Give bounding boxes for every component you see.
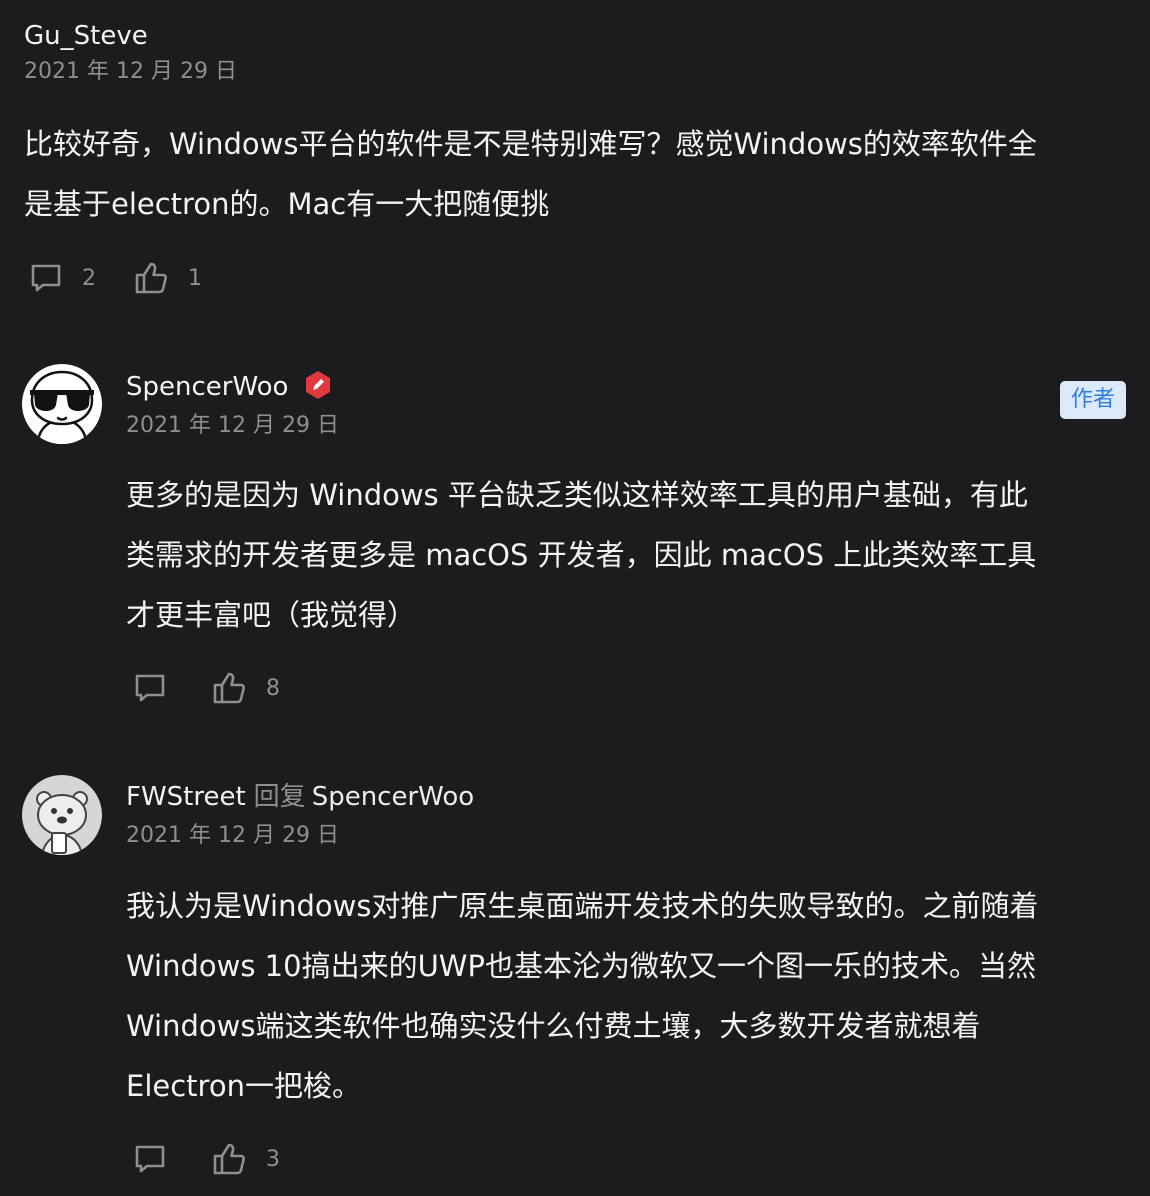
like-button[interactable]: 3 bbox=[212, 1142, 280, 1176]
comment-icon bbox=[31, 264, 61, 292]
thumbs-up-icon bbox=[213, 672, 245, 704]
comment-body-line: Electron一把梭。 bbox=[126, 1069, 361, 1103]
comment-body-line: 比较好奇，Windows平台的软件是不是特别难写？感觉Windows的效率软件全 bbox=[24, 127, 1037, 161]
comment-icon bbox=[135, 1145, 165, 1173]
comment-date: 2021 年 12 月 29 日 bbox=[126, 823, 339, 848]
reply-button[interactable] bbox=[134, 1143, 166, 1175]
comment-body-line: Windows 10搞出来的UWP也基本沦为微软又一个图一乐的技术。当然 bbox=[126, 949, 1036, 983]
comment-body: 更多的是因为 Windows 平台缺乏类似这样效率工具的用户基础，有此 类需求的… bbox=[126, 465, 1126, 645]
reply-count: 2 bbox=[82, 265, 96, 291]
sunglasses-avatar-icon[interactable] bbox=[22, 364, 102, 444]
comment-actions: 8 bbox=[134, 668, 280, 708]
comment-username-row: SpencerWoo bbox=[126, 370, 332, 403]
comment-username[interactable]: SpencerWoo bbox=[126, 372, 288, 402]
reply-target-username[interactable]: SpencerWoo bbox=[312, 782, 474, 812]
reply-button[interactable] bbox=[134, 672, 166, 704]
comment-body: 比较好奇，Windows平台的软件是不是特别难写？感觉Windows的效率软件全… bbox=[24, 114, 1134, 234]
comment-body-line: Windows端这类软件也确实没什么付费土壤，大多数开发者就想着 bbox=[126, 1009, 981, 1043]
reply-button[interactable]: 2 bbox=[30, 262, 96, 294]
comment-body-line: 才更丰富吧（我觉得） bbox=[126, 598, 417, 632]
like-button[interactable]: 8 bbox=[212, 671, 280, 705]
author-badge: 作者 bbox=[1059, 381, 1126, 419]
comment-username-row: FWStreet 回复 SpencerWoo bbox=[126, 781, 474, 813]
otter-avatar-icon[interactable] bbox=[22, 775, 102, 855]
comment-body-line: 我认为是Windows对推广原生桌面端开发技术的失败导致的。之前随着 bbox=[126, 889, 1039, 923]
comment-date: 2021 年 12 月 29 日 bbox=[126, 413, 339, 438]
comment-icon bbox=[135, 674, 165, 702]
comment-body-line: 更多的是因为 Windows 平台缺乏类似这样效率工具的用户基础，有此 bbox=[126, 478, 1028, 512]
thumbs-up-icon bbox=[213, 1143, 245, 1175]
thumbs-up-icon bbox=[135, 262, 167, 294]
comment-date: 2021 年 12 月 29 日 bbox=[24, 59, 237, 84]
comment-actions: 2 1 bbox=[30, 258, 202, 298]
like-count: 3 bbox=[266, 1146, 280, 1172]
comment-username[interactable]: Gu_Steve bbox=[24, 20, 148, 52]
comment-actions: 3 bbox=[134, 1139, 280, 1179]
reply-word: 回复 bbox=[253, 782, 306, 812]
like-count: 1 bbox=[188, 265, 202, 291]
comment-username[interactable]: FWStreet bbox=[126, 782, 246, 812]
like-button[interactable]: 1 bbox=[134, 261, 202, 295]
comment-body: 我认为是Windows对推广原生桌面端开发技术的失败导致的。之前随着 Windo… bbox=[126, 876, 1136, 1116]
comment-body-line: 是基于electron的。Mac有一大把随便挑 bbox=[24, 187, 550, 221]
pencil-icon bbox=[306, 371, 331, 399]
comment-body-line: 类需求的开发者更多是 macOS 开发者，因此 macOS 上此类效率工具 bbox=[126, 538, 1037, 572]
like-count: 8 bbox=[266, 675, 280, 701]
